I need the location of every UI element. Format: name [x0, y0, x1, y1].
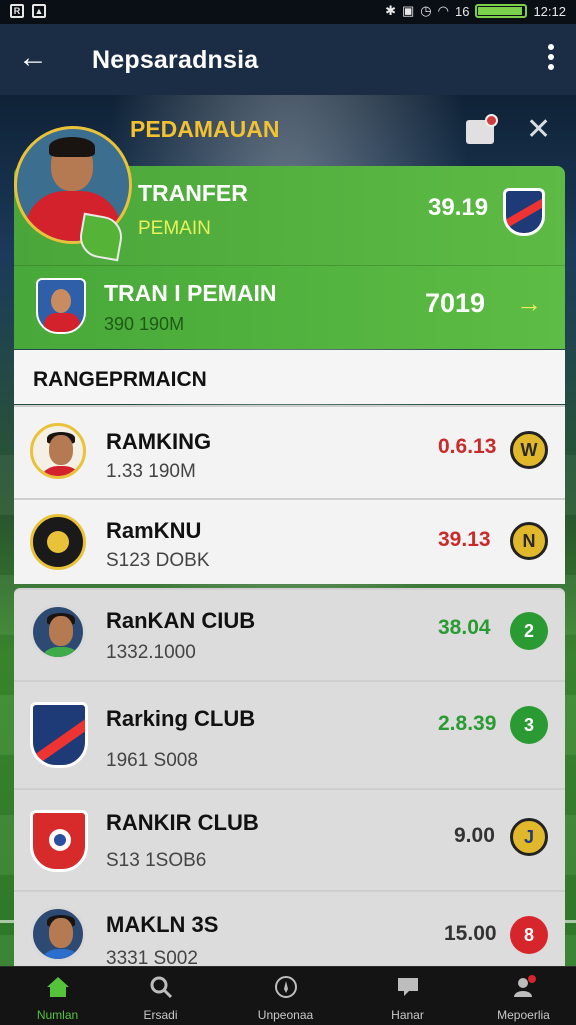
close-icon[interactable]: ✕: [526, 114, 551, 146]
home-icon: [46, 977, 69, 997]
row-sub: 1.33 190M: [106, 461, 196, 482]
status-bar: R ▲ ✱ ▣ ◷ ◠ 16 12:12: [0, 0, 576, 24]
vibrate-icon: ▣: [402, 3, 415, 18]
compass-icon: [274, 976, 297, 998]
ranking-row[interactable]: RanKAN CIUB 1332.1000 38.04 2: [14, 588, 565, 680]
nav-label: Unpeonaa: [257, 1008, 314, 1022]
bluetooth-icon: ✱: [385, 3, 396, 18]
alarm-icon: ◷: [420, 3, 432, 18]
section-title: PEDAMAUAN: [130, 116, 280, 142]
row-value: 2.8.39: [438, 712, 497, 735]
arrow-left-icon[interactable]: ←: [18, 42, 48, 74]
club-crest-icon: [30, 702, 88, 768]
transfer-subtitle: PEMAIN: [138, 218, 211, 239]
row-value: 9.00: [454, 824, 495, 847]
row-value: 39.13: [438, 528, 491, 551]
more-vert-icon[interactable]: [548, 44, 554, 74]
nav-label: Ersadi: [143, 1008, 178, 1022]
nav-profile[interactable]: Mepoerlia: [466, 967, 576, 1025]
bag-icon[interactable]: [466, 114, 498, 144]
player-transfer-value: 7019: [425, 288, 486, 318]
profile-icon: [513, 975, 536, 997]
signal-text: 16: [454, 3, 470, 19]
player-transfer-subtitle: 390 190M: [104, 314, 185, 334]
app-bar: ← Nepsaradnsia: [0, 24, 576, 95]
wifi-icon: ◠: [437, 3, 449, 18]
club-crest-red-icon: [30, 810, 88, 872]
nav-search[interactable]: Ersadi: [103, 967, 218, 1025]
search-icon: [150, 976, 172, 999]
row-value: 38.04: [438, 616, 491, 639]
rank-badge-icon: 2: [510, 612, 548, 650]
rank-badge-icon: 3: [510, 706, 548, 744]
row-name: RamKNU: [106, 518, 202, 543]
transfer-value: 39.19: [428, 194, 489, 221]
ranking-row[interactable]: Rarking CLUB 1961 S008 2.8.39 3: [14, 680, 565, 788]
ranking-row[interactable]: RANKIR CLUB S13 1SOB6 9.00 J: [14, 788, 565, 890]
rank-badge-icon: 8: [510, 916, 548, 954]
nav-explore[interactable]: Unpeonaa: [228, 967, 343, 1025]
rank-badge-icon: J: [510, 818, 548, 856]
row-sub: 1961 S008: [106, 750, 198, 771]
row-sub: S123 DOBK: [106, 550, 210, 571]
notification-icon: R: [10, 4, 24, 18]
club-crest-icon: [503, 188, 545, 236]
row-sub: S13 1SOB6: [106, 850, 207, 871]
rank-badge-icon: N: [510, 522, 548, 560]
ranking-row[interactable]: RamKNU S123 DOBK 39.13 N: [14, 498, 565, 584]
transfer-title: TRANFER: [138, 180, 248, 206]
row-sub: 1332.1000: [106, 642, 196, 663]
ranking-row[interactable]: MAKLN 3S 3331 S002 15.00 8: [14, 890, 565, 969]
battery-icon: [475, 4, 528, 18]
row-value: 0.6.13: [438, 435, 497, 458]
row-name: RANKIR CLUB: [106, 810, 259, 835]
player-avatar: [30, 423, 86, 479]
nav-label: Numlan: [36, 1008, 79, 1022]
nav-chat[interactable]: Hanar: [350, 967, 465, 1025]
arrow-right-icon[interactable]: →: [516, 288, 542, 319]
clock: 12:12: [533, 3, 566, 19]
image-icon: ▲: [32, 4, 46, 18]
chat-icon: [397, 978, 418, 996]
ranking-row[interactable]: RAMKING 1.33 190M 0.6.13 W: [14, 405, 565, 498]
rank-badge-icon: W: [510, 431, 548, 469]
player-shield-icon: [36, 278, 86, 334]
row-name: Rarking CLUB: [106, 706, 256, 731]
row-name: RAMKING: [106, 429, 212, 454]
ranking-title: RANGEPRMAICN: [33, 368, 207, 391]
row-name: MAKLN 3S: [106, 912, 219, 937]
player-transfer-title: TRAN I PEMAIN: [104, 280, 277, 306]
app-title: Nepsaradnsia: [92, 46, 259, 74]
bottom-navigation: Numlan Ersadi Unpeonaa Hanar Mepoerlia: [0, 966, 576, 1025]
player-avatar: [30, 906, 86, 962]
row-value: 15.00: [444, 922, 497, 945]
nav-label: Mepoerlia: [497, 1008, 550, 1022]
nav-home[interactable]: Numlan: [0, 967, 115, 1025]
row-name: RanKAN CIUB: [106, 608, 256, 633]
nav-label: Hanar: [391, 1008, 424, 1022]
player-avatar: [30, 604, 86, 660]
club-logo-icon: [30, 514, 86, 570]
